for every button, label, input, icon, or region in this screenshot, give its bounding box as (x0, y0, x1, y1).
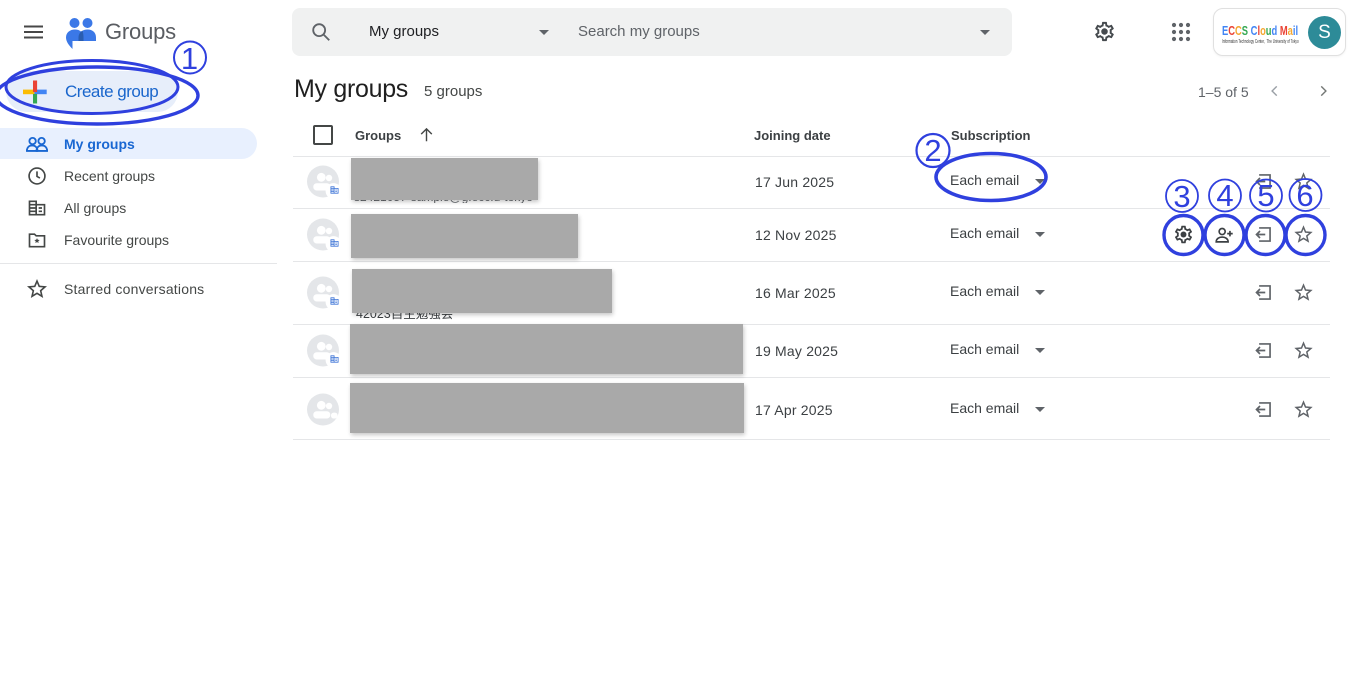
svg-text:4: 4 (1216, 178, 1233, 213)
svg-text:1: 1 (181, 41, 198, 76)
svg-text:5: 5 (1257, 178, 1274, 213)
svg-text:3: 3 (1173, 179, 1190, 214)
svg-text:2: 2 (924, 133, 941, 168)
svg-text:6: 6 (1296, 178, 1313, 213)
